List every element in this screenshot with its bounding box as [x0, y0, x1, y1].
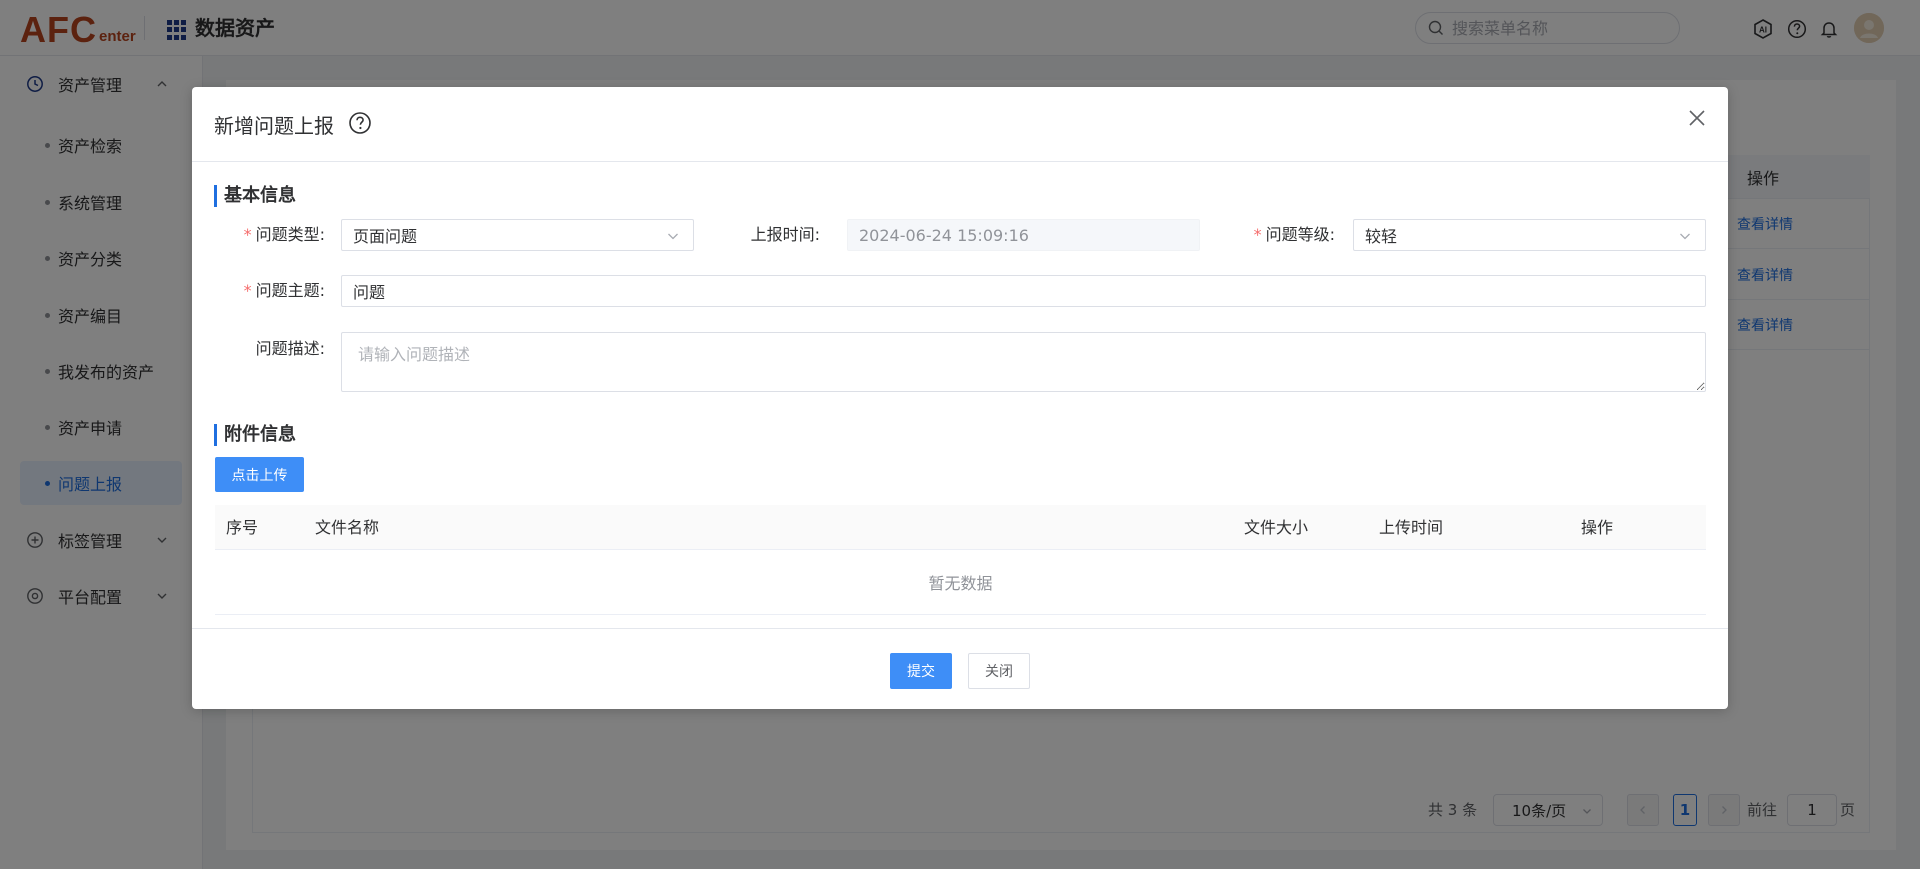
chevron-down-icon: [1680, 233, 1690, 240]
report-time-value: 2024-06-24 15:09:16: [859, 225, 1029, 245]
chevron-down-icon: [668, 233, 678, 240]
attachment-table-header: 序号 文件名称 文件大小 上传时间 操作: [215, 505, 1706, 550]
dialog-header: 新增问题上报: [192, 87, 1728, 162]
section-title-basic-info: 基本信息: [214, 185, 296, 207]
issue-level-label: * 问题等级:: [1245, 219, 1335, 251]
column-header-upload-time: 上传时间: [1379, 518, 1444, 537]
column-header-operation: 操作: [1581, 518, 1614, 537]
upload-button[interactable]: 点击上传: [215, 457, 304, 492]
issue-subject-input[interactable]: 问题: [341, 275, 1706, 307]
issue-subject-value: 问题: [353, 283, 386, 302]
required-asterisk: *: [243, 225, 252, 244]
issue-type-value: 页面问题: [353, 227, 418, 246]
required-asterisk: *: [243, 281, 252, 300]
issue-desc-label: 问题描述:: [255, 339, 325, 358]
submit-button[interactable]: 提交: [890, 653, 952, 689]
issue-subject-label-text: 问题主题:: [255, 281, 325, 300]
column-header-index: 序号: [226, 518, 259, 537]
issue-level-select[interactable]: 较轻: [1353, 219, 1706, 251]
issue-level-label-text: 问题等级:: [1265, 225, 1335, 244]
issue-report-dialog: 新增问题上报 基本信息 * 问题类型: 页面问题 上报时间: 2024-06-24…: [192, 87, 1728, 709]
column-header-file-size: 文件大小: [1244, 518, 1309, 537]
issue-type-label-text: 问题类型:: [255, 225, 325, 244]
empty-state-text: 暂无数据: [215, 550, 1706, 615]
report-time-label: 上报时间:: [750, 225, 820, 244]
issue-type-label: * 问题类型:: [235, 219, 325, 251]
attachment-table: 序号 文件名称 文件大小 上传时间 操作 暂无数据: [215, 505, 1706, 615]
issue-subject-label: * 问题主题:: [235, 275, 325, 307]
close-button[interactable]: 关闭: [968, 653, 1030, 689]
section-title-attachments: 附件信息: [214, 424, 296, 446]
issue-desc-textarea[interactable]: [341, 332, 1706, 392]
report-time-field: 2024-06-24 15:09:16: [847, 219, 1200, 251]
required-asterisk: *: [1253, 225, 1262, 244]
issue-type-select[interactable]: 页面问题: [341, 219, 694, 251]
column-header-file-name: 文件名称: [315, 518, 380, 537]
help-icon[interactable]: [348, 111, 372, 135]
dialog-title: 新增问题上报: [214, 114, 334, 138]
close-icon[interactable]: [1686, 107, 1708, 129]
issue-level-value: 较轻: [1365, 227, 1398, 246]
dialog-footer: 提交 关闭: [192, 628, 1728, 709]
